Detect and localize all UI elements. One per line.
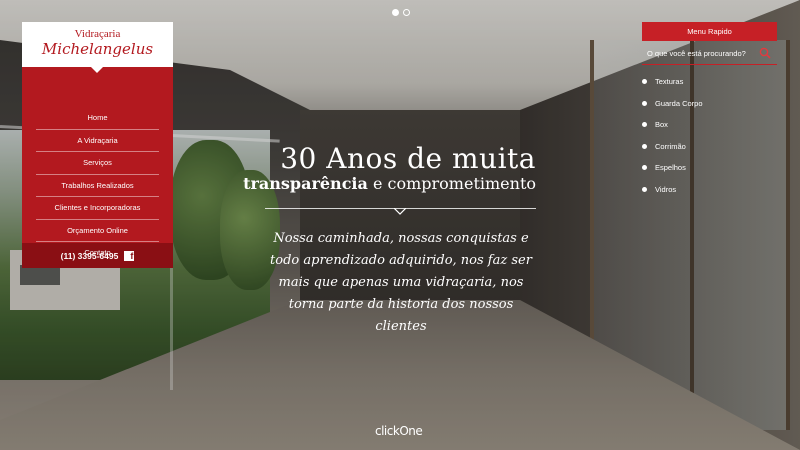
quick-item-label: Corrimão bbox=[655, 141, 686, 151]
nav-item-orcamento-online[interactable]: Orçamento Online bbox=[36, 220, 159, 242]
search-input[interactable] bbox=[647, 46, 757, 60]
quick-item-guarda-corpo[interactable]: Guarda Corpo bbox=[642, 93, 777, 115]
quick-menu-list: Texturas Guarda Corpo Box Corrimão Espel… bbox=[642, 71, 777, 200]
bullet-icon bbox=[642, 122, 647, 128]
quick-menu: Menu Rapido Texturas Guarda Corpo Box Co… bbox=[642, 22, 777, 200]
facebook-icon[interactable]: f bbox=[124, 250, 135, 261]
bullet-icon bbox=[642, 165, 647, 171]
headline-subtitle: transparência e comprometimento bbox=[240, 175, 536, 193]
bullet-icon bbox=[642, 100, 647, 106]
nav-item-servicos[interactable]: Serviços bbox=[36, 152, 159, 175]
hero-script-text: Nossa caminhada, nossas conquistas e tod… bbox=[270, 231, 532, 334]
nav-item-trabalhos-realizados[interactable]: Trabalhos Realizados bbox=[36, 175, 159, 197]
slider-dot-1[interactable] bbox=[392, 9, 399, 16]
search-bar bbox=[642, 41, 777, 65]
headline-subtitle-rest: e comprometimento bbox=[367, 174, 536, 193]
bullet-icon bbox=[642, 143, 647, 149]
nav-item-clientes[interactable]: Clientes e Incorporadoras bbox=[36, 197, 159, 220]
bullet-icon bbox=[642, 79, 647, 85]
quick-item-corrimao[interactable]: Corrimão bbox=[642, 136, 777, 158]
search-icon[interactable] bbox=[759, 47, 771, 59]
hero-headline: 30 Anos de muita transparência e comprom… bbox=[240, 143, 536, 193]
nav-item-home[interactable]: Home bbox=[36, 107, 159, 130]
slider-dots bbox=[392, 9, 410, 16]
slider-dot-2[interactable] bbox=[403, 9, 410, 16]
logo-small-text: Vidraçaria bbox=[74, 28, 121, 40]
quick-item-espelhos[interactable]: Espelhos bbox=[642, 157, 777, 179]
bullet-icon bbox=[642, 186, 647, 192]
headline-subtitle-bold: transparência bbox=[243, 174, 368, 193]
quick-item-texturas[interactable]: Texturas bbox=[642, 71, 777, 93]
phone-number: (11) 3395-6495 bbox=[60, 250, 119, 261]
quick-item-box[interactable]: Box bbox=[642, 114, 777, 136]
nav-item-a-vidracaria[interactable]: A Vidraçaria bbox=[36, 130, 159, 152]
quick-item-label: Guarda Corpo bbox=[655, 98, 703, 108]
quick-menu-title: Menu Rapido bbox=[642, 22, 777, 41]
main-menu: Home A Vidraçaria Serviços Trabalhos Rea… bbox=[22, 67, 173, 257]
chevron-down-icon bbox=[394, 208, 406, 215]
quick-item-label: Espelhos bbox=[655, 163, 686, 173]
logo-brand-text: Michelangelus bbox=[41, 40, 154, 58]
logo[interactable]: Vidraçaria Michelangelus bbox=[22, 22, 173, 73]
quick-item-label: Texturas bbox=[655, 77, 684, 87]
main-nav-card: Vidraçaria Michelangelus Home A Vidraçar… bbox=[22, 22, 173, 268]
headline-title: 30 Anos de muita bbox=[280, 142, 536, 175]
agency-credit[interactable]: clickOne bbox=[375, 424, 423, 438]
quick-item-label: Box bbox=[655, 120, 668, 130]
quick-item-vidros[interactable]: Vidros bbox=[642, 179, 777, 201]
quick-item-label: Vidros bbox=[655, 184, 677, 194]
